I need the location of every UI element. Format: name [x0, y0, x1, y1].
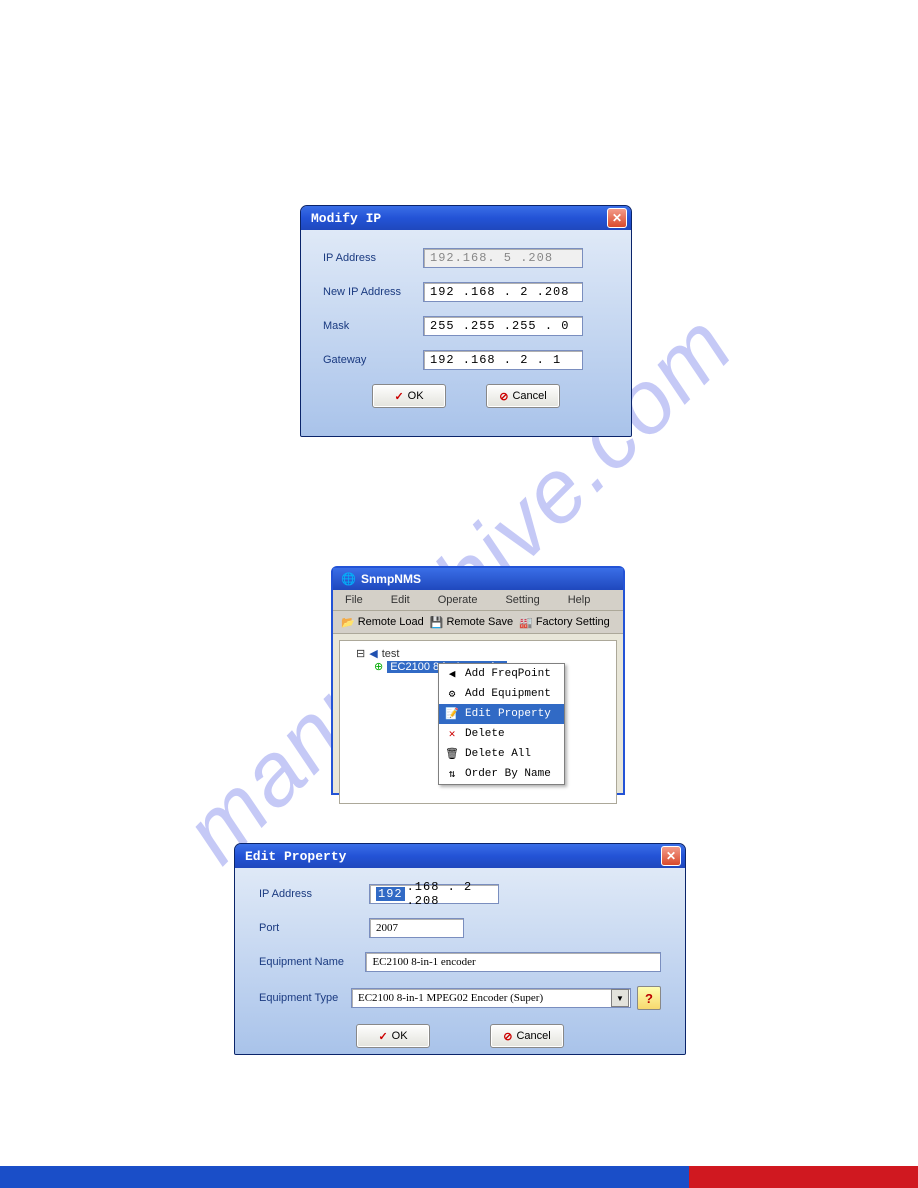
ctx-freqpoint-label: Add FreqPoint: [465, 668, 551, 680]
ctx-delete[interactable]: ✕ Delete: [439, 724, 564, 744]
mask-label: Mask: [323, 320, 423, 332]
equipment-name-label: Equipment Name: [259, 956, 365, 968]
remote-load-label: Remote Load: [358, 616, 424, 628]
footer-blue: [0, 1166, 689, 1188]
ok-label: OK: [408, 390, 424, 402]
close-icon[interactable]: ✕: [607, 208, 627, 228]
app-icon: 🌐: [341, 572, 356, 586]
mask-field[interactable]: 255 .255 .255 . 0: [423, 316, 583, 336]
tool-bar: 📂Remote Load 💾Remote Save 🏭Factory Setti…: [333, 611, 623, 634]
factory-setting-button[interactable]: 🏭Factory Setting: [519, 616, 610, 629]
folder-open-icon: 📂: [341, 616, 355, 629]
ok-button[interactable]: ✓ OK: [356, 1024, 430, 1048]
modify-ip-title: Modify IP: [311, 211, 381, 226]
tree-root-label: test: [382, 648, 400, 660]
ip-address-label: IP Address: [323, 252, 423, 264]
ip-first-octet[interactable]: 192: [376, 887, 405, 901]
edit-property-titlebar[interactable]: Edit Property ✕: [235, 844, 685, 868]
tree-collapse-icon[interactable]: ⊟: [356, 647, 365, 660]
ip-label: IP Address: [259, 888, 369, 900]
ctx-edit-property[interactable]: 📝 Edit Property: [439, 704, 564, 724]
remote-save-button[interactable]: 💾Remote Save: [430, 616, 513, 629]
cancel-button[interactable]: ⊘ Cancel: [490, 1024, 564, 1048]
menu-setting[interactable]: Setting: [505, 594, 539, 606]
ctx-equipment-label: Add Equipment: [465, 688, 551, 700]
menu-edit[interactable]: Edit: [391, 594, 410, 606]
modify-ip-titlebar[interactable]: Modify IP ✕: [301, 206, 631, 230]
tree-view[interactable]: ⊟◀test ⊕EC2100 8-in-1 encoder ◀Add FreqP…: [339, 640, 617, 804]
ip-rest: .168 . 2 .208: [407, 880, 492, 908]
edit-property-window: Edit Property ✕ IP Address 192.168 . 2 .…: [234, 843, 686, 1055]
ctx-edit-label: Edit Property: [465, 708, 551, 720]
cancel-label: Cancel: [512, 390, 546, 402]
ip-field[interactable]: 192.168 . 2 .208: [369, 884, 499, 904]
snmpnms-title: SnmpNMS: [361, 572, 421, 586]
cancel-x-icon: ⊘: [503, 1030, 512, 1043]
device-icon: ⊕: [374, 660, 383, 673]
chevron-down-icon[interactable]: ▼: [611, 989, 629, 1007]
modify-ip-window: Modify IP ✕ IP Address 192.168. 5 .208 N…: [300, 205, 632, 437]
equipment-type-label: Equipment Type: [259, 992, 351, 1004]
help-button[interactable]: ?: [637, 986, 661, 1010]
equipment-type-select[interactable]: EC2100 8-in-1 MPEG02 Encoder (Super) ▼: [351, 988, 631, 1008]
ctx-deleteall-label: Delete All: [465, 748, 531, 760]
cancel-label: Cancel: [516, 1030, 550, 1042]
menu-operate[interactable]: Operate: [438, 594, 478, 606]
equipment-name-field[interactable]: EC2100 8-in-1 encoder: [365, 952, 661, 972]
gateway-field[interactable]: 192 .168 . 2 . 1: [423, 350, 583, 370]
footer-red: [689, 1166, 918, 1188]
menu-bar: File Edit Operate Setting Help: [333, 590, 623, 611]
ctx-add-freqpoint[interactable]: ◀ Add FreqPoint: [439, 664, 564, 684]
snmpnms-titlebar[interactable]: 🌐 SnmpNMS: [333, 568, 623, 590]
port-field[interactable]: 2007: [369, 918, 464, 938]
remote-load-button[interactable]: 📂Remote Load: [341, 616, 424, 629]
cancel-x-icon: ⊘: [499, 390, 508, 403]
edit-icon: 📝: [445, 707, 459, 721]
gateway-label: Gateway: [323, 354, 423, 366]
ok-label: OK: [392, 1030, 408, 1042]
equipment-type-value: EC2100 8-in-1 MPEG02 Encoder (Super): [358, 992, 543, 1004]
ok-button[interactable]: ✓ OK: [372, 384, 446, 408]
port-label: Port: [259, 922, 369, 934]
delete-icon: ✕: [445, 727, 459, 741]
ip-address-field: 192.168. 5 .208: [423, 248, 583, 268]
edit-property-title: Edit Property: [245, 849, 346, 864]
menu-file[interactable]: File: [345, 594, 363, 606]
snmpnms-window: 🌐 SnmpNMS File Edit Operate Setting Help…: [331, 566, 625, 795]
checkmark-icon: ✓: [378, 1030, 387, 1043]
factory-icon: 🏭: [519, 616, 533, 629]
equipment-icon: ⚙: [445, 687, 459, 701]
new-ip-field[interactable]: 192 .168 . 2 .208: [423, 282, 583, 302]
floppy-icon: 💾: [430, 616, 444, 629]
sort-icon: ⇅: [445, 767, 459, 781]
arrow-icon: ◀: [369, 647, 377, 660]
ctx-delete-all[interactable]: 🗑 Delete All: [439, 744, 564, 764]
footer-bar: [0, 1166, 918, 1188]
ctx-order-by-name[interactable]: ⇅ Order By Name: [439, 764, 564, 784]
factory-label: Factory Setting: [536, 616, 610, 628]
context-menu: ◀ Add FreqPoint ⚙ Add Equipment 📝 Edit Prop…: [438, 663, 565, 785]
ctx-add-equipment[interactable]: ⚙ Add Equipment: [439, 684, 564, 704]
edit-property-body: IP Address 192.168 . 2 .208 Port 2007 Eq…: [235, 868, 685, 1054]
ctx-order-label: Order By Name: [465, 768, 551, 780]
new-ip-label: New IP Address: [323, 286, 423, 298]
ctx-delete-label: Delete: [465, 728, 505, 740]
plus-arrow-icon: ◀: [445, 667, 459, 681]
tree-root[interactable]: ⊟ ◀ test: [356, 647, 610, 660]
trash-icon: 🗑: [445, 747, 459, 761]
menu-help[interactable]: Help: [568, 594, 591, 606]
checkmark-icon: ✓: [394, 390, 403, 403]
remote-save-label: Remote Save: [446, 616, 513, 628]
close-icon[interactable]: ✕: [661, 846, 681, 866]
cancel-button[interactable]: ⊘ Cancel: [486, 384, 560, 408]
modify-ip-body: IP Address 192.168. 5 .208 New IP Addres…: [301, 230, 631, 436]
